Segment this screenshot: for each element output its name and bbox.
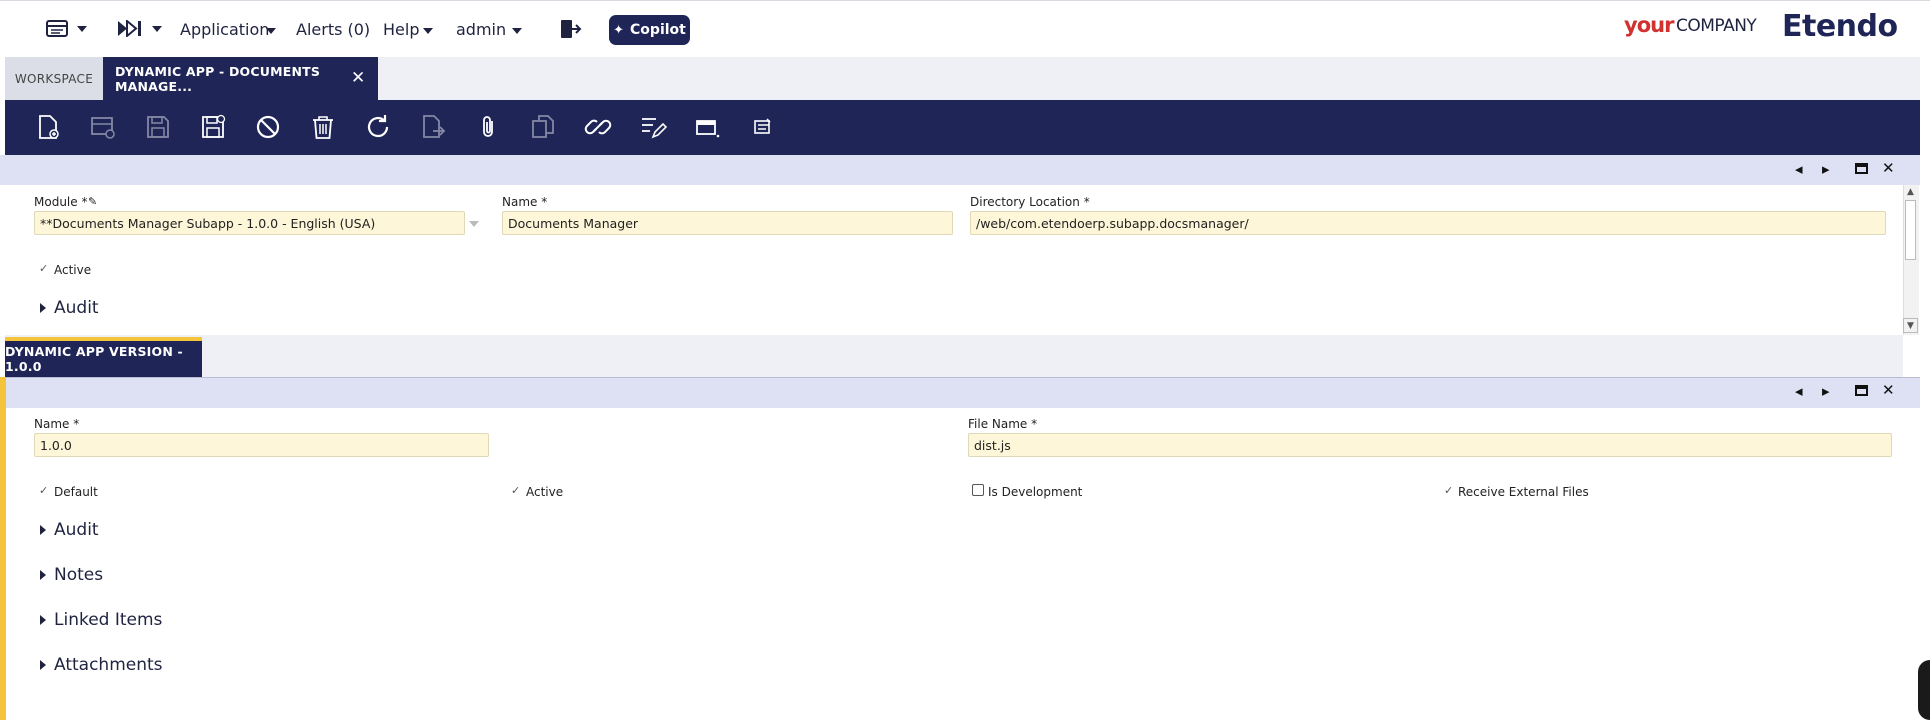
receive-external-files-checkbox[interactable]: ✓ <box>1444 484 1453 497</box>
expand-triangle-icon <box>40 525 46 535</box>
chevron-down-icon[interactable] <box>152 26 162 32</box>
export-icon <box>419 113 447 141</box>
company-logo-company: COMPANY <box>1676 16 1757 36</box>
filter-edit-icon[interactable] <box>639 113 668 141</box>
clone-icon <box>529 113 557 141</box>
module-dropdown-icon[interactable] <box>469 221 479 227</box>
scroll-up-icon[interactable]: ▲ <box>1903 185 1918 200</box>
copilot-label: Copilot <box>630 22 686 38</box>
next-record-icon[interactable]: ▸ <box>1822 382 1830 400</box>
scroll-down-icon[interactable]: ▼ <box>1903 318 1918 333</box>
active-label: Active <box>54 263 92 277</box>
receive-external-files-label: Receive External Files <box>1458 485 1589 499</box>
copilot-button[interactable]: ✦ Copilot <box>609 15 690 45</box>
name-field[interactable]: Documents Manager <box>502 211 953 235</box>
attachments-section-header[interactable]: Attachments <box>40 655 163 675</box>
is-development-label: Is Development <box>988 485 1083 499</box>
toolbar <box>5 100 1920 155</box>
module-label: Module * <box>34 195 88 209</box>
close-tab-icon[interactable]: ✕ <box>351 68 365 88</box>
save-close-icon[interactable] <box>199 113 227 141</box>
name-label: Name * <box>502 195 548 209</box>
file-name-label: File Name * <box>968 417 1038 431</box>
is-development-checkbox[interactable] <box>972 484 984 496</box>
version-name-field[interactable]: 1.0.0 <box>34 433 489 457</box>
subtab-strip <box>5 335 1903 377</box>
attachment-icon[interactable] <box>474 113 502 141</box>
menu-user[interactable]: admin <box>456 20 506 39</box>
menu-alerts[interactable]: Alerts (0) <box>296 20 370 39</box>
tab-workspace[interactable]: WORKSPACE <box>5 57 103 100</box>
delete-icon[interactable] <box>309 113 337 141</box>
scroll-thumb[interactable] <box>1905 200 1916 260</box>
quick-launch-icon[interactable] <box>117 18 145 39</box>
chevron-down-icon[interactable] <box>266 28 276 34</box>
file-name-field[interactable]: dist.js <box>968 433 1892 457</box>
refresh-icon[interactable] <box>364 113 392 141</box>
grid-view-icon[interactable] <box>694 113 722 141</box>
next-record-icon[interactable]: ▸ <box>1822 160 1830 178</box>
header-record-band <box>0 155 1920 185</box>
version-record-band <box>6 378 1920 408</box>
active-checkbox[interactable]: ✓ <box>39 262 48 275</box>
chevron-down-icon[interactable] <box>512 28 522 34</box>
link-icon[interactable] <box>584 113 612 141</box>
default-label: Default <box>54 485 98 499</box>
menu-help[interactable]: Help <box>383 20 419 39</box>
window-menu-icon[interactable] <box>46 20 68 37</box>
menu-application[interactable]: Application <box>180 20 269 39</box>
expand-triangle-icon <box>40 570 46 580</box>
directory-location-field[interactable]: /web/com.etendoerp.subapp.docsmanager/ <box>970 211 1886 235</box>
logout-icon[interactable] <box>560 19 582 39</box>
form-view-icon[interactable] <box>749 113 777 141</box>
tab-documents-manager[interactable]: DYNAMIC APP - DOCUMENTS MANAGE... <box>103 57 378 100</box>
active-section-indicator <box>0 377 6 720</box>
maximize-icon[interactable] <box>1855 385 1868 396</box>
module-field[interactable]: **Documents Manager Subapp - 1.0.0 - Eng… <box>34 211 465 235</box>
directory-location-label: Directory Location * <box>970 195 1090 209</box>
chevron-down-icon[interactable] <box>423 28 433 34</box>
new-document-icon[interactable] <box>34 113 62 141</box>
new-row-icon <box>89 113 117 141</box>
previous-record-icon[interactable]: ◂ <box>1795 382 1803 400</box>
audit-section-header[interactable]: Audit <box>40 298 99 318</box>
save-icon <box>144 113 172 141</box>
expand-triangle-icon <box>40 303 46 313</box>
edit-module-icon[interactable]: ✎ <box>88 195 97 208</box>
close-form-icon[interactable]: ✕ <box>1882 381 1895 399</box>
tab-dynamic-app-version[interactable]: DYNAMIC APP VERSION - 1.0.0 <box>5 337 202 377</box>
sparkle-icon: ✦ <box>613 22 625 38</box>
company-logo-your: your <box>1624 13 1674 37</box>
version-active-checkbox[interactable]: ✓ <box>511 484 520 497</box>
maximize-icon[interactable] <box>1855 163 1868 174</box>
chevron-down-icon[interactable] <box>77 26 87 32</box>
copilot-bubble-edge[interactable] <box>1918 660 1930 720</box>
expand-triangle-icon <box>40 660 46 670</box>
expand-triangle-icon <box>40 615 46 625</box>
etendo-logo: Etendo <box>1782 9 1898 44</box>
notes-section-header[interactable]: Notes <box>40 565 103 585</box>
audit-section-header[interactable]: Audit <box>40 520 99 540</box>
close-form-icon[interactable]: ✕ <box>1882 159 1895 177</box>
version-name-label: Name * <box>34 417 80 431</box>
version-active-label: Active <box>526 485 564 499</box>
linked-items-section-header[interactable]: Linked Items <box>40 610 162 630</box>
default-checkbox[interactable]: ✓ <box>39 484 48 497</box>
previous-record-icon[interactable]: ◂ <box>1795 160 1803 178</box>
undo-icon[interactable] <box>254 113 282 141</box>
